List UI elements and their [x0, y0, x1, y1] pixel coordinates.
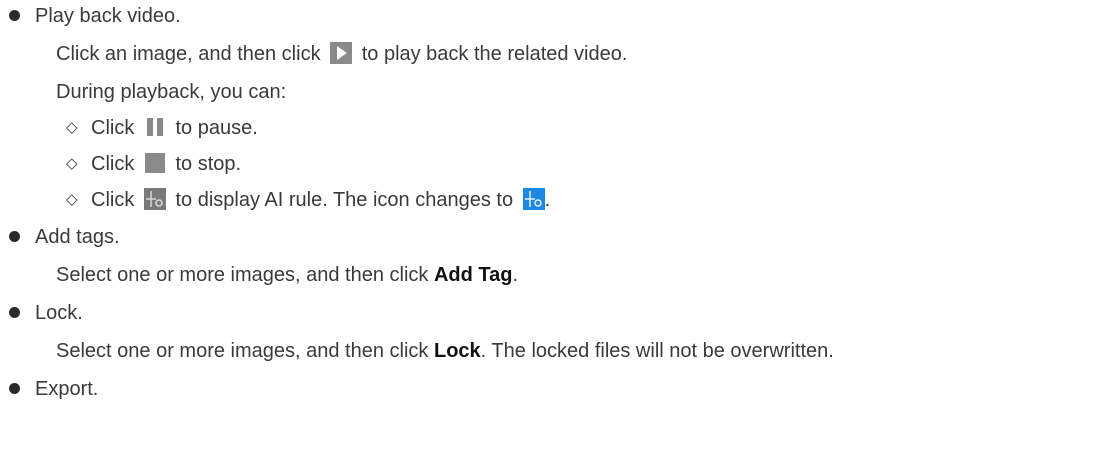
bullet-play-back: Play back video. [0, 4, 900, 28]
bullet-title: Export. [35, 378, 99, 400]
bullet-dot [9, 231, 20, 242]
subitem-pre: Click [91, 117, 135, 139]
instruction-post: . The locked files will not be overwritt… [480, 340, 834, 362]
subitem-post: . [544, 189, 551, 211]
subitem-pause: Click to pause. [91, 116, 258, 140]
instruction-pre: Select one or more images, and then clic… [56, 264, 429, 286]
ai-rule-active-icon [522, 188, 545, 210]
ai-rule-icon [143, 188, 166, 210]
add-tag-label: Add Tag [433, 264, 513, 286]
bullet-title: Lock. [35, 302, 83, 324]
play-instruction: Click an image, and then click to play b… [56, 42, 627, 66]
subitem-post: to pause. [175, 117, 258, 139]
play-icon [330, 42, 353, 64]
during-playback: During playback, you can: [56, 81, 287, 103]
subitem-pre: Click [91, 189, 135, 211]
diamond-bullet: ◇ [66, 155, 78, 172]
play-instruction-pre: Click an image, and then click [56, 43, 321, 65]
lock-instruction: Select one or more images, and then clic… [56, 339, 834, 363]
subitem-pre: Click [91, 153, 135, 175]
subitem-ai-rule: Click to display AI rule. The icon chang… [91, 188, 550, 212]
stop-icon [144, 153, 165, 173]
subitem-stop: Click to stop. [91, 152, 241, 176]
add-tag-instruction: Select one or more images, and then clic… [56, 263, 518, 287]
bullet-dot [9, 383, 20, 394]
bullet-dot [9, 10, 20, 21]
pause-icon [143, 116, 166, 138]
diamond-bullet: ◇ [66, 191, 78, 208]
diamond-bullet: ◇ [66, 119, 78, 136]
document-page: Play back video. Click an image, and the… [0, 0, 1113, 450]
subitem-post: to stop. [175, 153, 242, 175]
bullet-title: Add tags. [35, 226, 120, 248]
bullet-export: Export. [0, 377, 900, 401]
bullet-add-tags: Add tags. [0, 225, 900, 249]
bullet-title: Play back video. [35, 5, 181, 27]
instruction-pre: Select one or more images, and then clic… [56, 340, 429, 362]
bullet-dot [9, 307, 20, 318]
lock-label: Lock [433, 340, 481, 362]
play-instruction-post: to play back the related video. [361, 43, 628, 65]
instruction-post: . [512, 264, 519, 286]
bullet-lock: Lock. [0, 301, 900, 325]
subitem-mid: to display AI rule. The icon changes to [175, 189, 514, 211]
